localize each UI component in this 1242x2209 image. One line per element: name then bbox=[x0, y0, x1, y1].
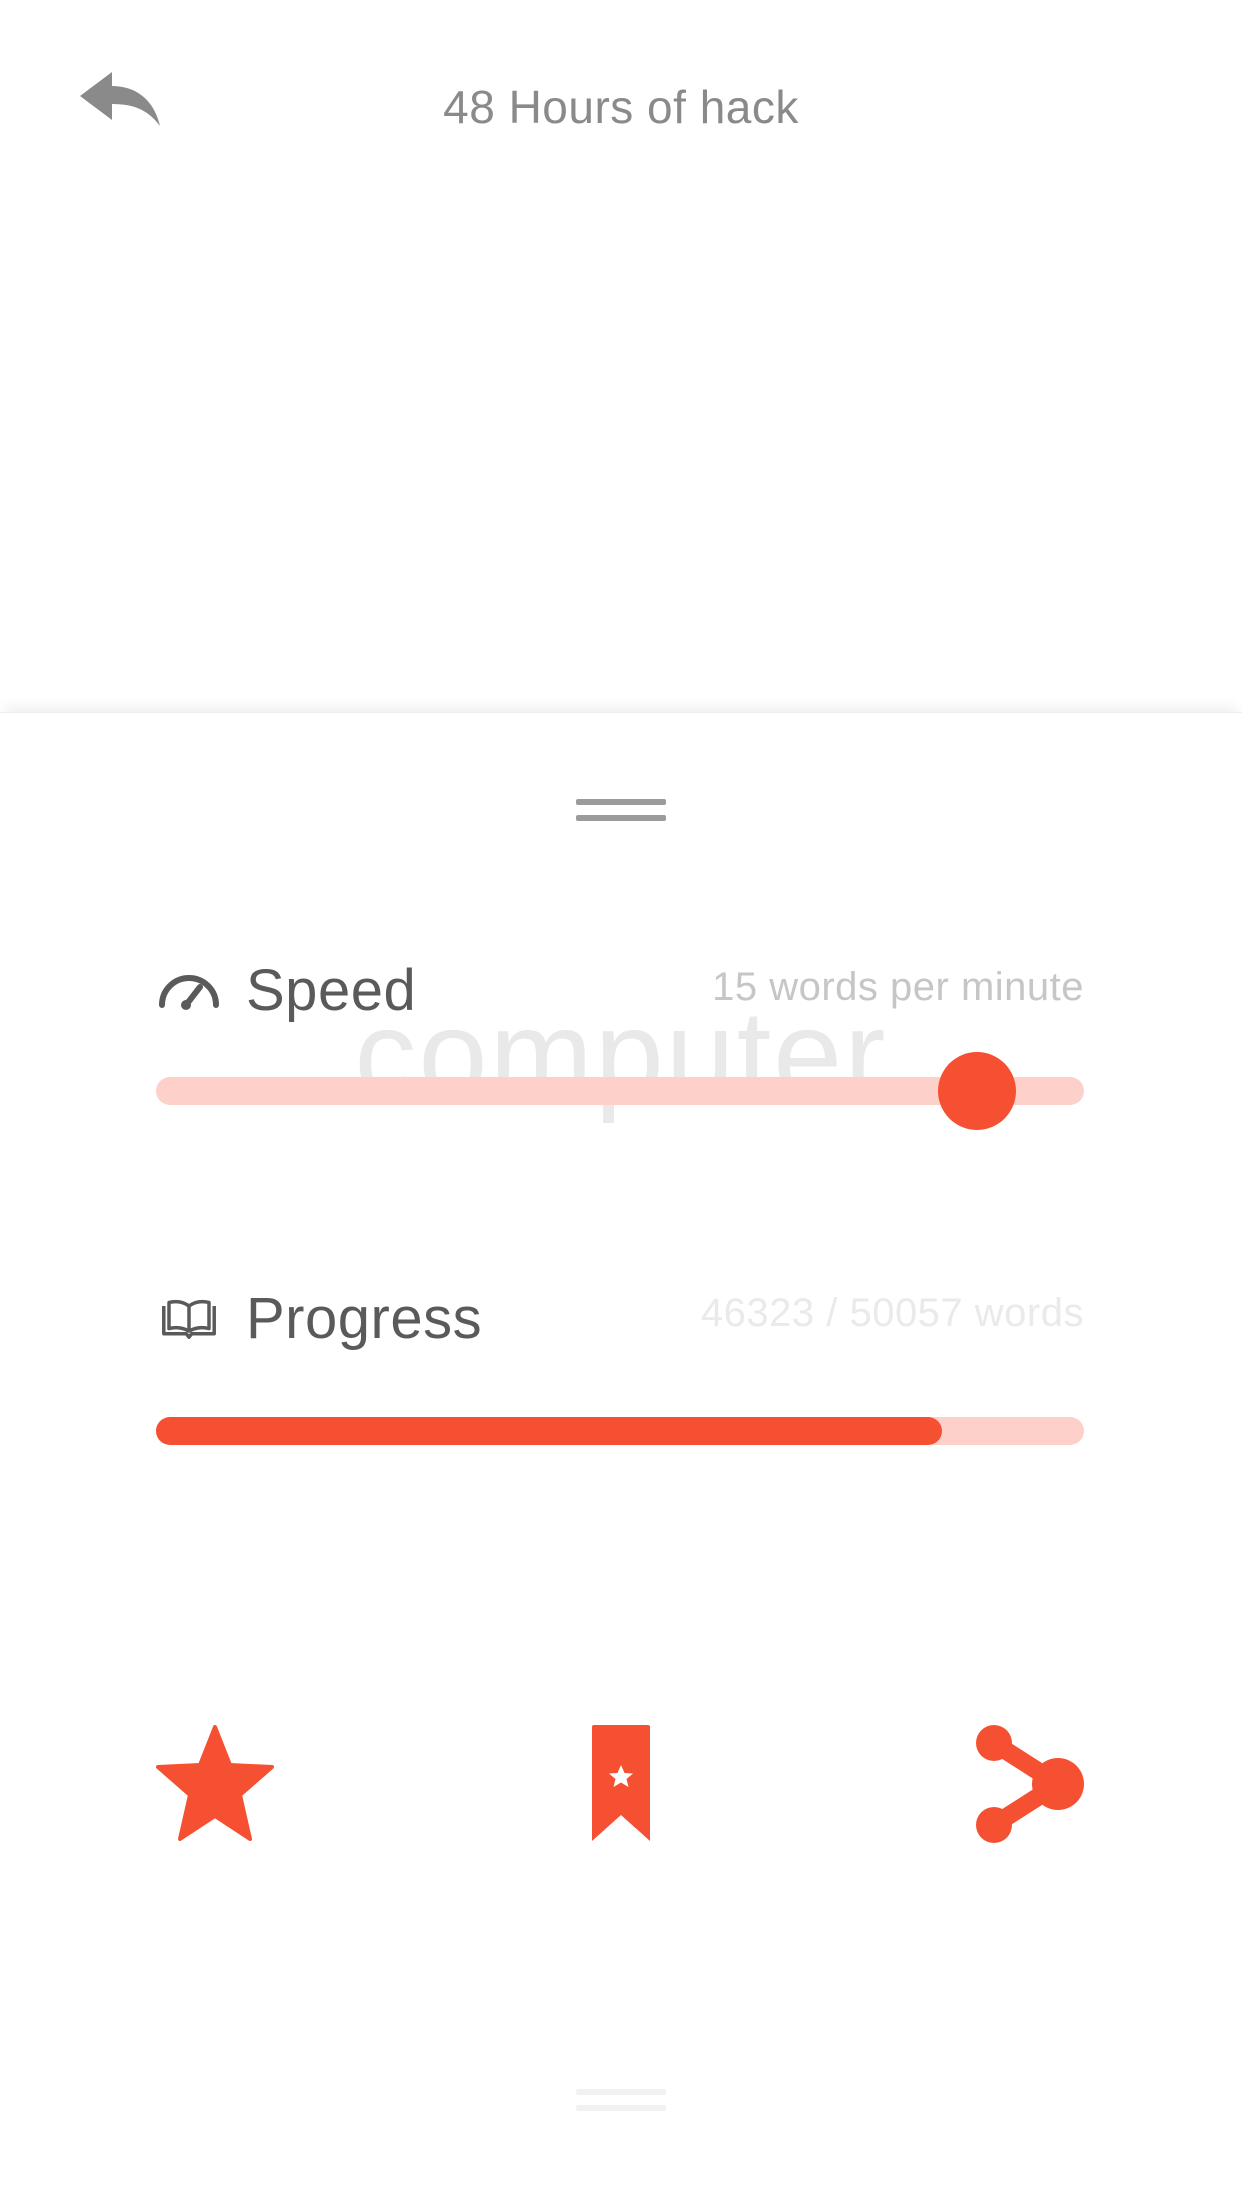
bottom-drag-handle[interactable] bbox=[576, 2089, 666, 2121]
progress-bar-fill bbox=[156, 1417, 943, 1445]
handle-line bbox=[576, 2105, 666, 2111]
handle-line bbox=[576, 815, 666, 821]
open-book-icon bbox=[162, 1299, 216, 1339]
share-icon bbox=[976, 1725, 1084, 1843]
favorite-button[interactable] bbox=[154, 1723, 276, 1853]
star-icon bbox=[156, 1725, 274, 1841]
page-title: 48 Hours of hack bbox=[443, 81, 799, 133]
progress-label-text: Progress bbox=[246, 1286, 483, 1351]
share-button[interactable] bbox=[974, 1723, 1086, 1853]
progress-label: Progress bbox=[156, 1285, 482, 1352]
bookmark-button[interactable] bbox=[588, 1723, 654, 1853]
progress-bar bbox=[156, 1417, 1084, 1445]
speed-slider-thumb[interactable] bbox=[938, 1052, 1017, 1130]
panel-drag-handle[interactable] bbox=[576, 799, 666, 831]
speed-slider[interactable] bbox=[156, 1052, 1084, 1130]
progress-value: 46323 / 50057 words bbox=[700, 1291, 1084, 1335]
handle-line bbox=[576, 799, 666, 805]
control-panel: Speed 15 words per minute computer Progr… bbox=[0, 712, 1242, 2209]
handle-line bbox=[576, 2089, 666, 2095]
bookmark-icon bbox=[592, 1725, 650, 1841]
